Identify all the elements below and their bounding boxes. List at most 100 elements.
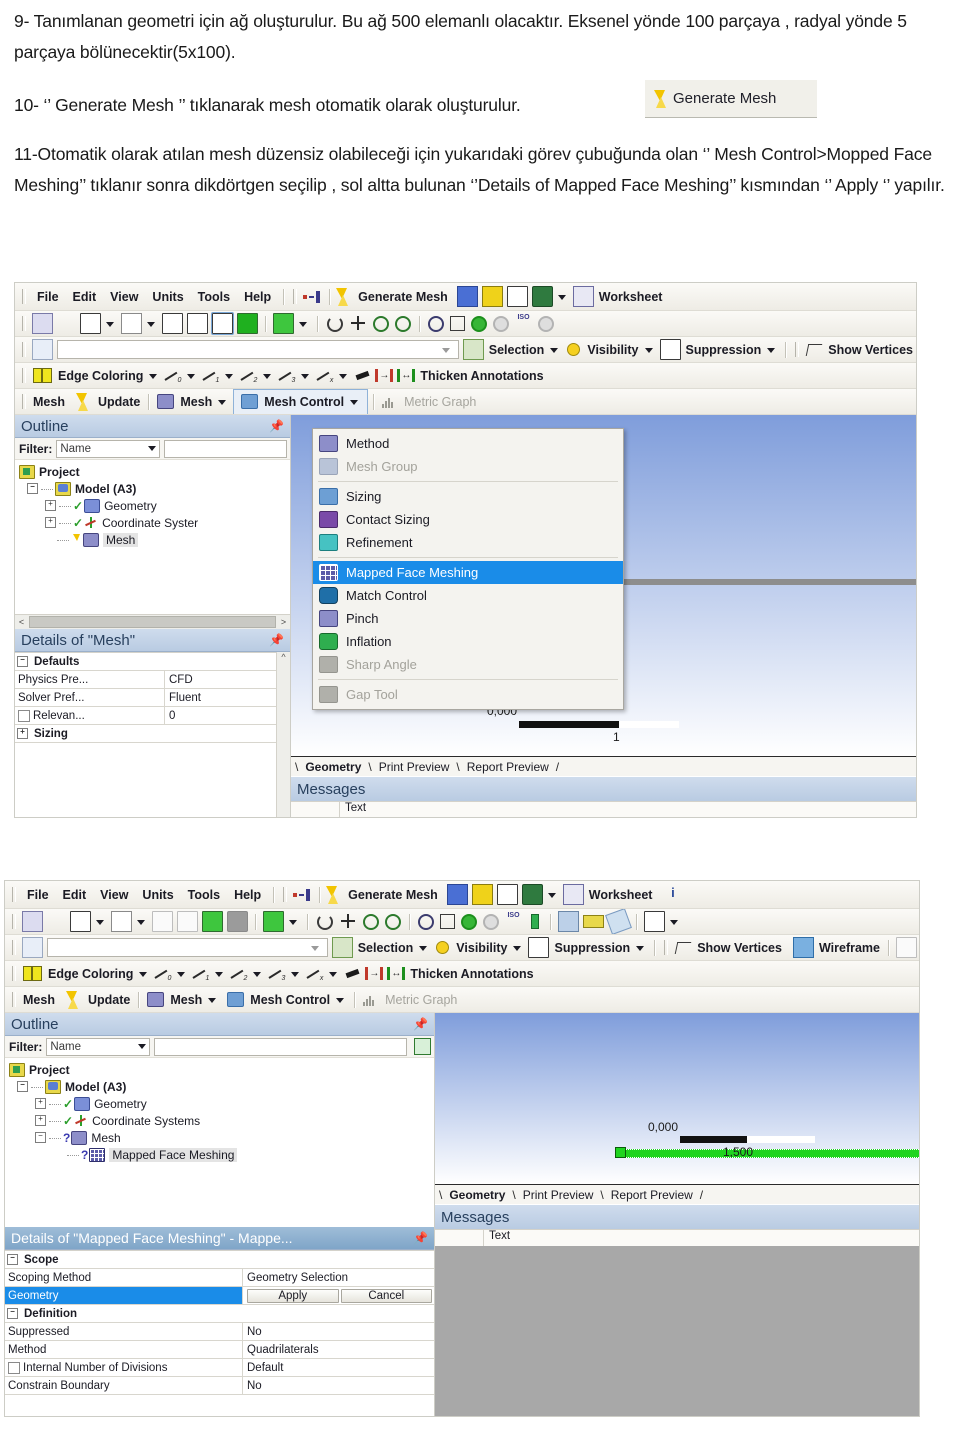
- pan-icon[interactable]: [349, 314, 368, 333]
- chevron-down-icon[interactable]: [139, 972, 148, 977]
- pin-annotation-icon[interactable]: [345, 968, 360, 979]
- select-vertex-icon[interactable]: [162, 313, 183, 334]
- named-selection-combo[interactable]: [57, 340, 459, 359]
- chevron-down-icon[interactable]: [441, 348, 450, 353]
- extend-selection-icon[interactable]: [273, 313, 294, 334]
- menu-item-sizing[interactable]: Sizing: [313, 485, 623, 508]
- select-edge-icon[interactable]: [187, 313, 208, 334]
- zoom-out-icon[interactable]: [373, 315, 389, 332]
- worksheet-button[interactable]: Worksheet: [586, 888, 656, 902]
- details-row[interactable]: Method Quadrilaterals: [5, 1341, 434, 1359]
- mesh-menu-icon[interactable]: [147, 992, 165, 1007]
- select-body-icon[interactable]: [70, 911, 91, 932]
- expand-toggle[interactable]: +: [17, 728, 28, 739]
- menu-edit[interactable]: Edit: [66, 289, 104, 305]
- mesh-control-icon[interactable]: [241, 394, 259, 409]
- zoom-in-icon[interactable]: [395, 315, 411, 332]
- menu-item-pinch[interactable]: Pinch: [313, 607, 623, 630]
- chevron-down-icon[interactable]: [208, 998, 217, 1003]
- details-row-geometry[interactable]: Geometry Apply Cancel: [5, 1287, 434, 1305]
- details-group-scope[interactable]: − Scope: [5, 1251, 434, 1269]
- chevron-down-icon[interactable]: [291, 972, 300, 977]
- tab-report-preview[interactable]: Report Preview: [604, 1188, 700, 1202]
- menu-item-inflation[interactable]: Inflation: [313, 630, 623, 653]
- update-button[interactable]: Update: [95, 395, 143, 409]
- annotation-spacing-icon[interactable]: →: [365, 967, 384, 980]
- thickness-1-icon[interactable]: 1: [191, 966, 211, 982]
- mesh-control-dropdown-menu[interactable]: Method Mesh Group Sizing Contact Sizing …: [312, 428, 624, 710]
- zoom-in-icon[interactable]: [385, 913, 401, 930]
- collapse-toggle[interactable]: −: [7, 1254, 18, 1265]
- menu-view[interactable]: View: [93, 887, 135, 903]
- collapse-toggle[interactable]: −: [17, 1081, 28, 1092]
- iso-view-icon[interactable]: ISO: [514, 314, 533, 333]
- mesh-control-icon[interactable]: [227, 992, 245, 1007]
- named-selection-combo[interactable]: [47, 938, 328, 957]
- menu-help[interactable]: Help: [237, 289, 278, 305]
- tab-geometry[interactable]: Geometry: [298, 760, 368, 774]
- geometry-selection-marker[interactable]: [615, 1147, 626, 1158]
- edge-coloring-icon[interactable]: [23, 966, 42, 981]
- visibility-lamp-icon[interactable]: [567, 343, 581, 356]
- details-value[interactable]: Quadrilaterals: [243, 1344, 434, 1356]
- chevron-down-icon[interactable]: [636, 946, 645, 951]
- chevron-down-icon[interactable]: [147, 322, 155, 327]
- details-row[interactable]: Relevan... 0: [15, 707, 276, 725]
- look-at-face-icon[interactable]: [531, 914, 539, 929]
- toolbar-grip[interactable]: [12, 887, 16, 902]
- selection-button[interactable]: Selection: [486, 343, 548, 357]
- color-globe-icon[interactable]: [531, 286, 553, 307]
- tree-item-model[interactable]: − Model (A3): [19, 480, 290, 497]
- chevron-down-icon[interactable]: [177, 972, 186, 977]
- select-cursor-icon[interactable]: [121, 313, 142, 334]
- thickness-0-icon[interactable]: 0: [153, 966, 173, 982]
- filter-input[interactable]: [164, 439, 287, 458]
- cancel-button[interactable]: Cancel: [340, 1288, 432, 1303]
- info-cursor-icon[interactable]: i: [663, 885, 682, 904]
- expand-toggle[interactable]: +: [35, 1115, 46, 1126]
- pin-icon[interactable]: 📌: [269, 419, 284, 433]
- thickness-x-icon[interactable]: x: [315, 368, 335, 384]
- menu-file[interactable]: File: [20, 887, 56, 903]
- details-row[interactable]: Scoping Method Geometry Selection: [5, 1269, 434, 1287]
- details-vertical-scrollbar[interactable]: ^: [276, 652, 290, 817]
- thicken-annotations-button[interactable]: Thicken Annotations: [417, 369, 546, 383]
- details-value[interactable]: 0: [165, 710, 276, 722]
- select-body-icon[interactable]: [80, 313, 101, 334]
- menu-help[interactable]: Help: [227, 887, 268, 903]
- cursor-mode-icon[interactable]: [22, 911, 43, 932]
- chevron-down-icon[interactable]: [149, 374, 158, 379]
- refresh-icon[interactable]: [414, 1038, 431, 1055]
- details-group-sizing[interactable]: + Sizing: [15, 725, 276, 743]
- pin-icon[interactable]: 📌: [413, 1017, 428, 1031]
- suppression-icon[interactable]: [528, 937, 550, 958]
- tree-item-mesh[interactable]: − ? Mesh: [9, 1129, 434, 1146]
- chevron-down-icon[interactable]: [187, 374, 196, 379]
- add-section-plane-icon[interactable]: [456, 286, 478, 307]
- details-value[interactable]: No: [243, 1326, 434, 1338]
- menu-units[interactable]: Units: [145, 289, 190, 305]
- chevron-down-icon[interactable]: [137, 920, 145, 925]
- collapse-toggle[interactable]: −: [27, 483, 38, 494]
- tree-item-mapped-face-meshing[interactable]: ? Mapped Face Meshing: [9, 1146, 434, 1163]
- generate-mesh-button[interactable]: Generate Mesh: [355, 290, 451, 304]
- details-value[interactable]: Geometry Selection: [243, 1272, 434, 1284]
- chevron-down-icon[interactable]: [148, 446, 157, 451]
- outline-flow-icon[interactable]: [303, 287, 322, 306]
- tree-item-coordinate-systems[interactable]: + ✓ Coordinate Syster: [19, 514, 290, 531]
- xyz-cursor-icon[interactable]: [57, 314, 76, 333]
- tab-geometry[interactable]: Geometry: [442, 1188, 512, 1202]
- chevron-down-icon[interactable]: [670, 920, 678, 925]
- edge-coloring-icon[interactable]: [33, 368, 52, 383]
- chevron-down-icon[interactable]: [96, 920, 104, 925]
- show-vertices-button[interactable]: Show Vertices: [694, 941, 785, 955]
- expand-toggle[interactable]: +: [45, 517, 56, 528]
- ruler-icon[interactable]: [583, 915, 604, 928]
- chevron-down-icon[interactable]: [339, 374, 348, 379]
- details-row[interactable]: Internal Number of Divisions Default: [5, 1359, 434, 1377]
- thickness-1-icon[interactable]: 1: [201, 368, 221, 384]
- label-a-icon[interactable]: [506, 286, 528, 307]
- details-value[interactable]: Fluent: [165, 692, 276, 704]
- pin-icon[interactable]: 📌: [413, 1231, 428, 1245]
- show-mesh-icon[interactable]: [896, 937, 917, 958]
